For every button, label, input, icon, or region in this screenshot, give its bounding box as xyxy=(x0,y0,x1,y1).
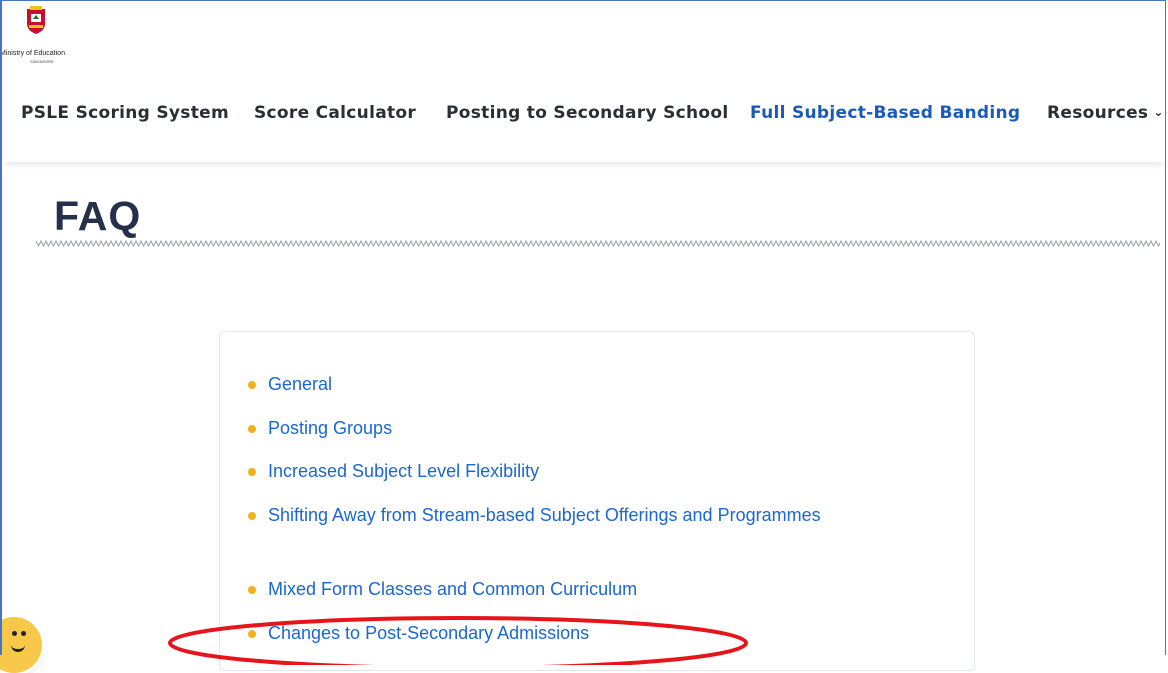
chat-eye xyxy=(21,631,26,636)
faq-link-label: General xyxy=(268,374,333,394)
bullet-icon xyxy=(248,630,256,638)
faq-link-label: Mixed Form Classes and Common Curriculum xyxy=(268,579,638,599)
faq-link-label: Posting Groups xyxy=(268,418,393,438)
faq-link-general[interactable]: General xyxy=(248,370,828,398)
wavy-divider xyxy=(36,239,1160,248)
nav-full-subject-based-banding[interactable]: Full Subject-Based Banding xyxy=(750,103,1020,123)
nav-resources[interactable]: Resources ⌄ xyxy=(1047,103,1164,123)
nav-resources-label: Resources xyxy=(1047,103,1149,123)
faq-link-stream-based-offerings[interactable]: Shifting Away from Stream-based Subject … xyxy=(248,501,828,529)
bullet-icon xyxy=(248,586,256,594)
nav-psle-scoring-system[interactable]: PSLE Scoring System xyxy=(21,103,229,123)
nav-posting-to-secondary-school[interactable]: Posting to Secondary School xyxy=(446,103,729,123)
site-header: Ministry of Education SINGAPORE PSLE Sco… xyxy=(0,0,1168,162)
page-title: FAQ xyxy=(54,193,142,240)
faq-link-posting-groups[interactable]: Posting Groups xyxy=(248,414,828,442)
faq-link-label: Changes to Post-Secondary Admissions xyxy=(268,623,590,643)
bullet-icon xyxy=(248,425,256,433)
chat-eye xyxy=(12,631,17,636)
logo-subtext: SINGAPORE xyxy=(30,59,54,64)
faq-link-post-secondary-admissions[interactable]: Changes to Post-Secondary Admissions xyxy=(248,619,828,647)
faq-link-subject-level-flexibility[interactable]: Increased Subject Level Flexibility xyxy=(248,457,828,485)
bullet-icon xyxy=(248,468,256,476)
moe-logo[interactable]: Ministry of Education SINGAPORE xyxy=(0,2,70,70)
faq-index-card: General Posting Groups Increased Subject… xyxy=(219,331,975,671)
crest-icon xyxy=(27,6,45,34)
chat-smile xyxy=(11,639,25,652)
faq-link-label: Increased Subject Level Flexibility xyxy=(268,461,540,481)
logo-text: Ministry of Education xyxy=(0,50,65,57)
bullet-icon xyxy=(248,381,256,389)
chat-smiley-icon[interactable] xyxy=(0,617,42,673)
nav-score-calculator[interactable]: Score Calculator xyxy=(254,103,416,123)
faq-link-mixed-form-classes[interactable]: Mixed Form Classes and Common Curriculum xyxy=(248,575,828,603)
faq-link-label: Shifting Away from Stream-based Subject … xyxy=(268,505,821,525)
chevron-down-icon: ⌄ xyxy=(1153,105,1164,119)
bullet-icon xyxy=(248,512,256,520)
